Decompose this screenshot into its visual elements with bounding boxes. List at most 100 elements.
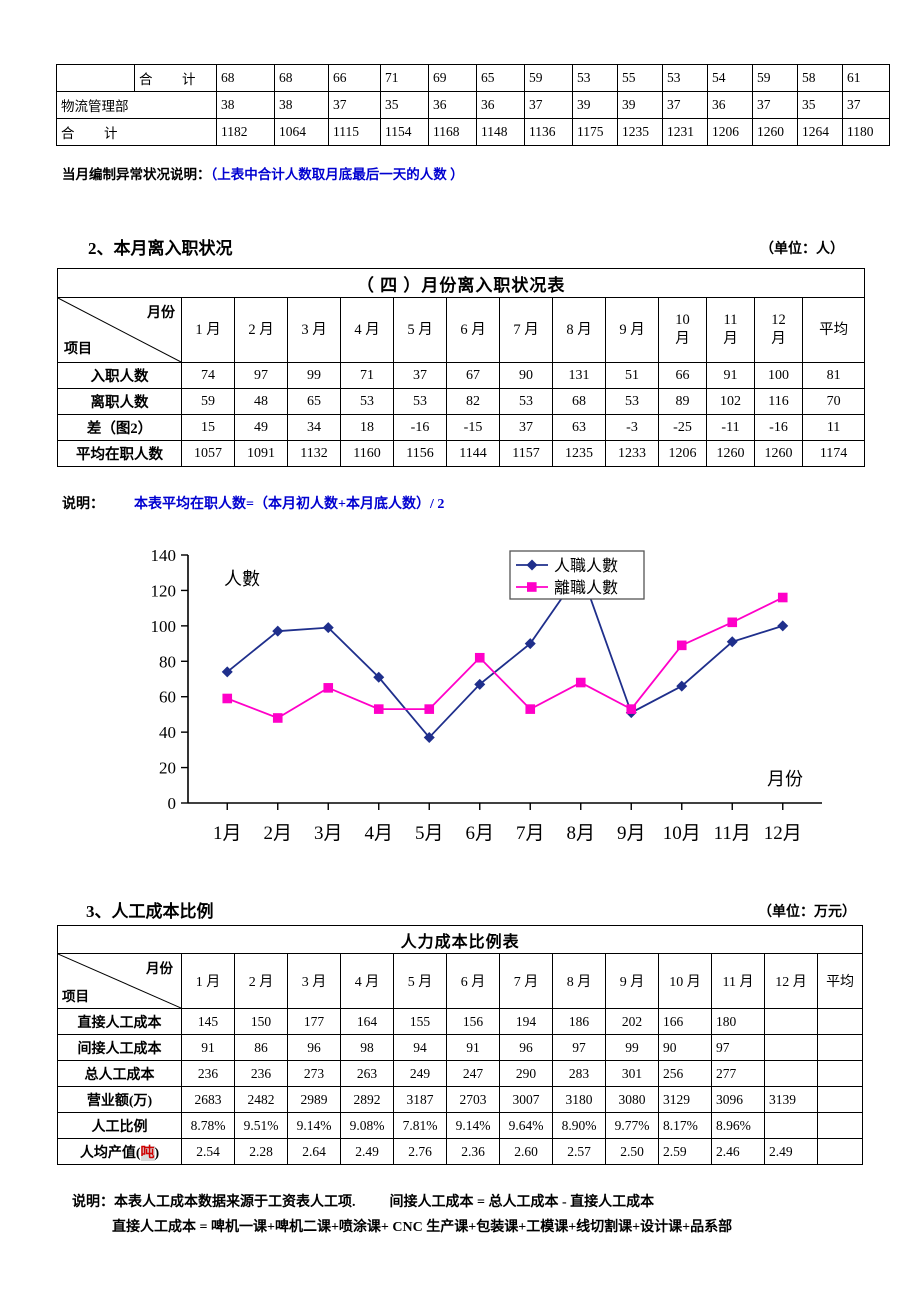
table1-cell: 1168 bbox=[428, 118, 477, 146]
x-tick-label: 3月 bbox=[314, 823, 343, 844]
turnover-cell: -15 bbox=[446, 414, 500, 441]
labor-cost-col-header: 6 月 bbox=[446, 953, 500, 1009]
table1-cell: 69 bbox=[428, 64, 477, 92]
labor-cost-cell bbox=[764, 1112, 818, 1139]
series-point bbox=[727, 617, 738, 628]
turnover-col-header: 平均 bbox=[801, 297, 866, 363]
labor-cost-cell: 177 bbox=[287, 1008, 341, 1035]
table1-cell: 39 bbox=[572, 91, 618, 119]
table-row: 入职人数 74 97 99 71 37 67 90 131 51 66 91 100 81 bbox=[57, 362, 866, 389]
labor-cost-cell: 164 bbox=[340, 1008, 394, 1035]
labor-cost-cell: 2.49 bbox=[764, 1138, 818, 1165]
table1-cell: 37 bbox=[524, 91, 573, 119]
labor-cost-cell: 273 bbox=[287, 1060, 341, 1087]
turnover-cell: 1157 bbox=[499, 440, 553, 467]
labor-cost-cell: 2703 bbox=[446, 1086, 500, 1113]
series-point bbox=[272, 713, 283, 723]
series-point bbox=[676, 640, 687, 651]
turnover-cell: 1174 bbox=[801, 440, 866, 467]
x-tick-label: 1月 bbox=[213, 823, 242, 844]
turnover-row-label: 平均在职人数 bbox=[57, 440, 182, 467]
labor-cost-cell: 236 bbox=[181, 1060, 235, 1087]
table1-note: 当月编制异常状况说明：（上表中合计人数取月底最后一天的人数 ） bbox=[62, 163, 464, 183]
section2-unit: （单位：人） bbox=[760, 242, 844, 257]
table1-note-label: 当月编制异常状况说明： bbox=[62, 167, 211, 182]
labor-cost-cell: 3187 bbox=[393, 1086, 447, 1113]
turnover-cell: 49 bbox=[234, 414, 288, 441]
labor-cost-note-line1: 说明：本表人工成本数据来源于工资表人工项. 间接人工成本 = 总人工成本 - 直接… bbox=[72, 1191, 654, 1211]
turnover-cell: 18 bbox=[340, 414, 394, 441]
labor-cost-cell: 8.17% bbox=[658, 1112, 712, 1139]
labor-cost-cell: 202 bbox=[605, 1008, 659, 1035]
labor-cost-cell: 9.51% bbox=[234, 1112, 288, 1139]
labor-cost-cell: 194 bbox=[499, 1008, 553, 1035]
table-row: 离职人数 59 48 65 53 53 82 53 68 53 89 102 116 70 bbox=[57, 388, 866, 415]
turnover-cell: 37 bbox=[499, 414, 553, 441]
turnover-cell: 71 bbox=[340, 362, 394, 389]
labor-cost-cell: 290 bbox=[499, 1060, 553, 1087]
table1-cell: 37 bbox=[842, 91, 890, 119]
labor-cost-cell: 94 bbox=[393, 1034, 447, 1061]
labor-cost-note-formula1: 间接人工成本 = 总人工成本 - 直接人工成本 bbox=[389, 1195, 655, 1210]
turnover-col-header: 8 月 bbox=[552, 297, 606, 363]
table-row: 间接人工成本 91 86 96 98 94 91 96 97 99 90 97 bbox=[57, 1034, 864, 1061]
turnover-corner-cell: 月份 项目 bbox=[57, 297, 182, 363]
labor-cost-cell: 91 bbox=[181, 1034, 235, 1061]
labor-cost-note-line2: 直接人工成本 = 啤机一课+啤机二课+喷涂课+ CNC 生产课+包装课+工模课+… bbox=[112, 1220, 733, 1235]
labor-cost-col-header: 2 月 bbox=[234, 953, 288, 1009]
y-tick-label: 100 bbox=[151, 617, 177, 636]
turnover-cell: 53 bbox=[499, 388, 553, 415]
labor-cost-cell: 99 bbox=[605, 1034, 659, 1061]
table1-cell: 36 bbox=[428, 91, 477, 119]
table-row: 平均在职人数 1057 1091 1132 1160 1156 1144 1157 1235 12… bbox=[57, 440, 866, 467]
table1-cell: 68 bbox=[274, 64, 329, 92]
turnover-table: （ 四 ）月份离入职状况表 月份 项目 1 月2 月3 月4 月5 月6 月7 … bbox=[56, 268, 866, 467]
section2-heading: 2、本月离入职状况 bbox=[88, 239, 233, 258]
turnover-cell: 37 bbox=[393, 362, 447, 389]
x-tick-label: 8月 bbox=[566, 823, 595, 844]
table1-cell: 37 bbox=[662, 91, 708, 119]
series-point bbox=[474, 652, 485, 663]
series-line bbox=[226, 596, 784, 719]
labor-cost-cell: 249 bbox=[393, 1060, 447, 1087]
turnover-cell: -16 bbox=[754, 414, 803, 441]
x-axis-title: 月份 bbox=[767, 769, 803, 789]
x-tick-label: 7月 bbox=[516, 823, 545, 844]
labor-cost-cell: 2683 bbox=[181, 1086, 235, 1113]
turnover-note-text: 本表平均在职人数=（本月初人数+本月底人数）/ 2 bbox=[134, 497, 445, 512]
table1-cell: 1235 bbox=[617, 118, 663, 146]
turnover-cell: -25 bbox=[658, 414, 707, 441]
labor-cost-table: 人力成本比例表 月份 项目 1 月2 月3 月4 月5 月6 月7 月8 月9 … bbox=[56, 925, 864, 1165]
turnover-cell: 1057 bbox=[181, 440, 235, 467]
turnover-cell: 59 bbox=[181, 388, 235, 415]
turnover-cell: 48 bbox=[234, 388, 288, 415]
labor-cost-row-label: 人均产值(吨) bbox=[57, 1138, 182, 1165]
legend-label: 離職人數 bbox=[554, 579, 618, 597]
table-row: 人均产值(吨) 2.54 2.28 2.64 2.49 2.76 2.36 2.60 2.57 2… bbox=[57, 1138, 864, 1165]
turnover-cell: 34 bbox=[287, 414, 341, 441]
table1-cell: 36 bbox=[476, 91, 525, 119]
series-point bbox=[323, 683, 334, 693]
y-tick-label: 0 bbox=[168, 794, 177, 813]
table1-note-text: （上表中合计人数取月底最后一天的人数 ） bbox=[210, 167, 464, 182]
table-row: 物流管理部 38 38 37 35 36 36 37 39 39 37 36 37 35 37 bbox=[56, 91, 890, 119]
table1-cell: 1231 bbox=[662, 118, 708, 146]
table1-cell: 55 bbox=[617, 64, 663, 92]
turnover-cell: 91 bbox=[706, 362, 755, 389]
turnover-cell: 53 bbox=[340, 388, 394, 415]
labor-cost-row-label: 营业额(万) bbox=[57, 1086, 182, 1113]
labor-cost-row-label: 直接人工成本 bbox=[57, 1008, 182, 1035]
labor-cost-cell: 2482 bbox=[234, 1086, 288, 1113]
table1-row-label: 物流管理部 bbox=[56, 91, 217, 119]
table1-cell: 1136 bbox=[524, 118, 573, 146]
series-point bbox=[626, 704, 637, 714]
turnover-col-header: 5 月 bbox=[393, 297, 447, 363]
table1-cell: 1148 bbox=[476, 118, 525, 146]
labor-cost-col-header: 9 月 bbox=[605, 953, 659, 1009]
labor-cost-col-header: 3 月 bbox=[287, 953, 341, 1009]
turnover-cell: 1160 bbox=[340, 440, 394, 467]
table1-cell: 39 bbox=[617, 91, 663, 119]
legend-label: 人職人數 bbox=[554, 557, 618, 575]
table1-cell: 1182 bbox=[216, 118, 275, 146]
turnover-cell: 68 bbox=[552, 388, 606, 415]
